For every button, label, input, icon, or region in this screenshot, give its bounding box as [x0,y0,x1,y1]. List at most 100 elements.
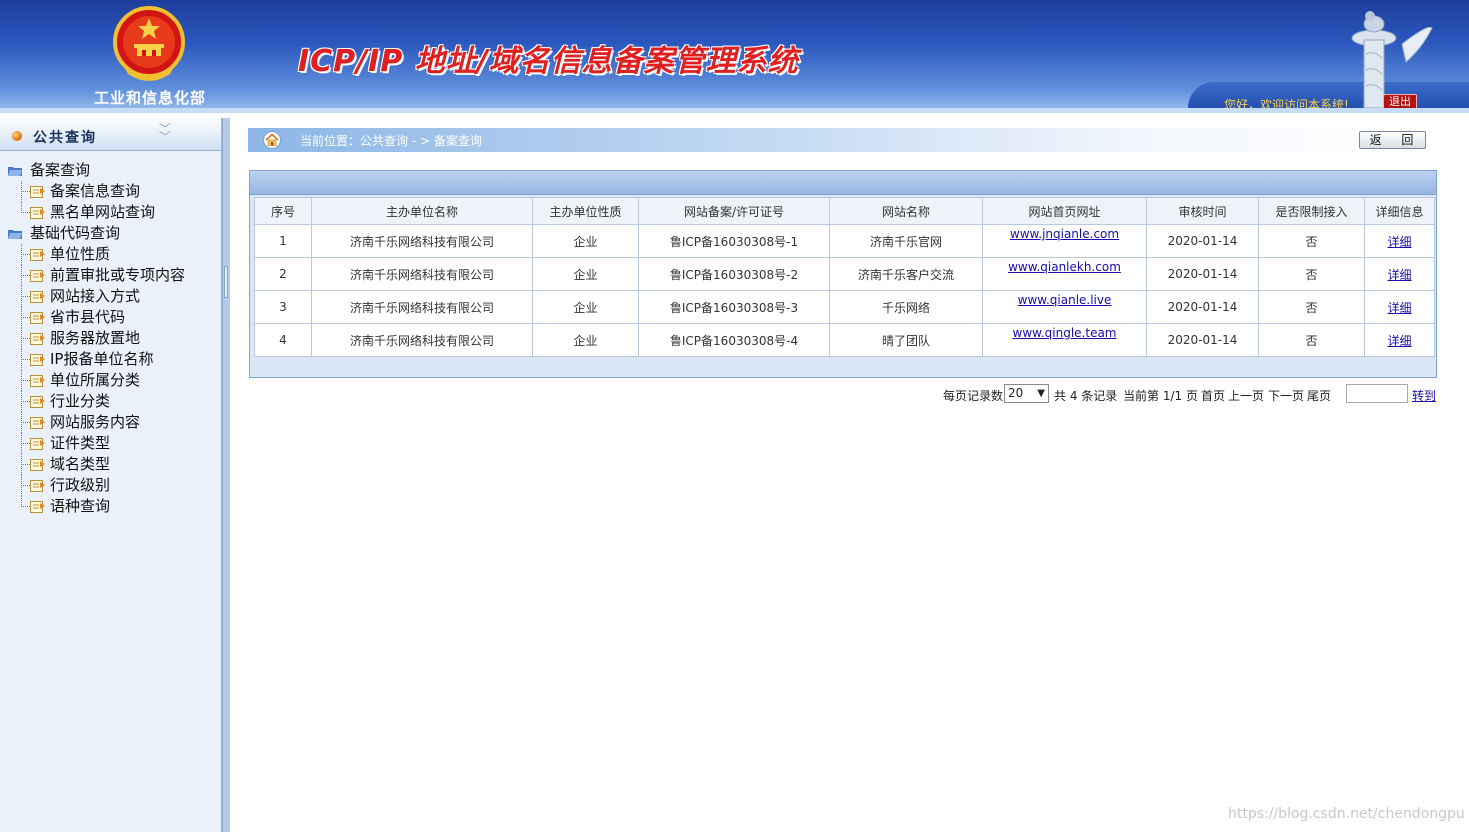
tree-item-industry[interactable]: 行业分类 [8,391,185,412]
document-arrow-icon [30,501,45,513]
column-header: 主办单位性质 [532,197,639,225]
detail-link[interactable]: 详细 [1387,301,1411,315]
next-page-link[interactable]: 下一页 [1268,387,1304,404]
tree-item-blacklist-query[interactable]: 黑名单网站查询 [8,202,185,223]
cell-url: www.qianlekh.com [982,257,1147,291]
tree-item-certificate-type[interactable]: 证件类型 [8,433,185,454]
table-row: 4 济南千乐网络科技有限公司 企业 鲁ICP备16030308号-4 晴了团队 … [254,323,1435,357]
sidebar-header[interactable]: 公共查询 ﹀ ﹀ [0,118,221,151]
cell-restricted: 否 [1258,323,1365,357]
cell-restricted: 否 [1258,224,1365,258]
sidebar-title: 公共查询 [33,130,97,146]
tree-item-label: 域名类型 [50,455,111,473]
document-arrow-icon [30,291,45,303]
logout-button[interactable]: 退出 [1383,94,1417,110]
first-page-link[interactable]: 首页 [1201,387,1225,404]
tree-item-region-code[interactable]: 省市县代码 [8,307,185,328]
home-icon [263,131,281,149]
cell-org: 济南千乐网络科技有限公司 [311,224,533,258]
tree-item-unit-category[interactable]: 单位所属分类 [8,370,185,391]
sidebar: 公共查询 ﹀﹀ 备案查询 备案信息查询 黑名单网站查询 基础代码查询 单位性质 [0,118,222,832]
tree-item-ip-unit-name[interactable]: IP报备单位名称 [8,349,185,370]
cell-site-name: 济南千乐客户交流 [829,257,983,291]
cell-date: 2020-01-14 [1146,323,1259,357]
site-url-link[interactable]: www.qingle.team [1013,326,1117,340]
column-header: 主办单位名称 [311,197,533,225]
detail-link[interactable]: 详细 [1387,235,1411,249]
column-header: 审核时间 [1146,197,1259,225]
goto-page-input[interactable] [1346,384,1408,403]
tree-item-label: 前置审批或专项内容 [50,266,186,284]
back-button[interactable]: 返 回 [1359,131,1426,149]
document-arrow-icon [30,417,45,429]
results-panel: 序号 主办单位名称 主办单位性质 网站备案/许可证号 网站名称 网站首页网址 审… [249,170,1437,378]
tree-item-label: 备案信息查询 [50,182,141,200]
cell-detail: 详细 [1364,290,1435,324]
tree-item-access-method[interactable]: 网站接入方式 [8,286,185,307]
cell-org: 济南千乐网络科技有限公司 [311,323,533,357]
tree-item-unit-nature[interactable]: 单位性质 [8,244,185,265]
tree-item-label: IP报备单位名称 [50,350,154,368]
detail-link[interactable]: 详细 [1387,334,1411,348]
cell-url: www.qingle.team [982,323,1147,357]
last-page-link[interactable]: 尾页 [1307,387,1331,404]
tree-item-pre-approval[interactable]: 前置审批或专项内容 [8,265,185,286]
tree-group-filing-query[interactable]: 备案查询 [8,160,185,181]
tree-item-domain-type[interactable]: 域名类型 [8,454,185,475]
folder-icon [8,230,22,239]
cell-url: www.qianle.live [982,290,1147,324]
main-content: 当前位置：公共查询 - > 备案查询 返 回 序号 主办单位名称 主办单位性质 … [230,118,1469,832]
total-records: 共 4 条记录 [1054,389,1118,403]
cell-detail: 详细 [1364,323,1435,357]
document-arrow-icon [30,270,45,282]
system-title: ICP/IP 地址/域名信息备案管理系统 [298,44,799,79]
cell-date: 2020-01-14 [1146,224,1259,258]
tree-item-label: 黑名单网站查询 [50,203,156,221]
site-url-link[interactable]: www.qianlekh.com [1008,260,1121,274]
cell-restricted: 否 [1258,257,1365,291]
tree-item-service-content[interactable]: 网站服务内容 [8,412,185,433]
site-url-link[interactable]: www.qianle.live [1018,293,1112,307]
document-arrow-icon [30,459,45,471]
cell-no: 4 [254,323,312,357]
document-arrow-icon [30,333,45,345]
tree-item-server-location[interactable]: 服务器放置地 [8,328,185,349]
cell-org: 济南千乐网络科技有限公司 [311,257,533,291]
tree-item-language-query[interactable]: 语种查询 [8,496,185,517]
pagination-bar: 每页记录数 20 ▼ 共 4 条记录 当前第 1/1 页 首页 上一页 下一页 … [943,384,1437,404]
column-header: 网站首页网址 [982,197,1147,225]
column-header: 序号 [254,197,312,225]
watermark-text: https://blog.csdn.net/chendongpu [1228,806,1465,822]
tree-item-label: 网站服务内容 [50,413,141,431]
column-header: 是否限制接入 [1258,197,1365,225]
page-size-select[interactable]: 20 ▼ [1004,384,1049,403]
cell-no: 2 [254,257,312,291]
cell-nature: 企业 [532,323,639,357]
detail-link[interactable]: 详细 [1387,268,1411,282]
page-size-value: 20 [1008,386,1024,400]
chevron-down-icon: ▼ [1037,388,1045,399]
tree-item-label: 服务器放置地 [50,329,141,347]
cell-site-name: 济南千乐官网 [829,224,983,258]
sidebar-splitter[interactable] [222,118,230,832]
document-arrow-icon [30,207,45,219]
column-header: 网站名称 [829,197,983,225]
tree-item-filing-info-query[interactable]: 备案信息查询 [8,181,185,202]
tree-item-admin-level[interactable]: 行政级别 [8,475,185,496]
column-header: 详细信息 [1364,197,1435,225]
nav-tree: 备案查询 备案信息查询 黑名单网站查询 基础代码查询 单位性质 前置审批或专项内… [8,160,185,517]
table-header-row: 序号 主办单位名称 主办单位性质 网站备案/许可证号 网站名称 网站首页网址 审… [254,197,1435,225]
cell-detail: 详细 [1364,224,1435,258]
goto-link[interactable]: 转到 [1412,387,1436,404]
orange-dot-icon [12,131,22,141]
cell-site-name: 千乐网络 [829,290,983,324]
site-url-link[interactable]: www.jnqianle.com [1010,227,1119,241]
tree-group-base-code-query[interactable]: 基础代码查询 [8,223,185,244]
table-row: 2 济南千乐网络科技有限公司 企业 鲁ICP备16030308号-2 济南千乐客… [254,257,1435,291]
double-chevron-down-icon[interactable]: ﹀ ﹀ [159,123,171,143]
prev-page-link[interactable]: 上一页 [1228,387,1264,404]
tree-item-label: 行政级别 [50,476,111,494]
app-header: 工业和信息化部 ICP/IP 地址/域名信息备案管理系统 您好，欢迎访问本系统!… [0,0,1469,113]
splitter-grip[interactable] [224,266,228,298]
document-arrow-icon [30,480,45,492]
